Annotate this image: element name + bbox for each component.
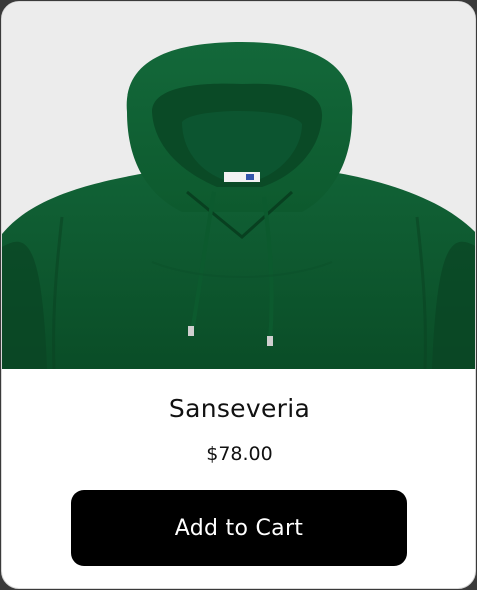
product-price: $78.00 <box>206 443 273 465</box>
add-to-cart-button[interactable]: Add to Cart <box>71 490 407 566</box>
product-card: Sanseveria $78.00 Add to Cart <box>1 1 476 589</box>
product-image <box>2 2 475 369</box>
product-title: Sanseveria <box>168 394 311 423</box>
green-hoodie-image <box>2 2 475 369</box>
